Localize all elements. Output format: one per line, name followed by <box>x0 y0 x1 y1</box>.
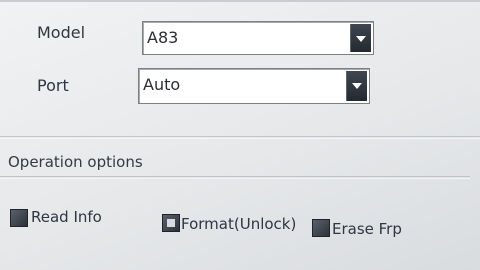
port-label: Port <box>37 76 69 95</box>
read-info-label[interactable]: Read Info <box>31 208 102 226</box>
top-divider <box>0 0 480 2</box>
format-unlock-label[interactable]: Format(Unlock) <box>181 215 296 233</box>
erase-frp-checkbox[interactable] <box>312 219 330 237</box>
group-border-highlight <box>0 178 470 179</box>
port-select-value: Auto <box>143 75 181 94</box>
port-dropdown-button[interactable] <box>346 71 367 101</box>
operation-options-title: Operation options <box>8 153 143 171</box>
erase-frp-label[interactable]: Erase Frp <box>332 220 402 238</box>
chevron-down-icon <box>352 83 362 89</box>
model-select[interactable]: A83 <box>142 21 374 55</box>
group-border <box>0 176 470 177</box>
section-divider <box>0 136 480 137</box>
checkbox-check-mark <box>167 219 175 227</box>
model-label: Model <box>37 23 86 42</box>
model-dropdown-button[interactable] <box>350 24 371 52</box>
format-unlock-checkbox[interactable] <box>162 214 180 232</box>
port-select[interactable]: Auto <box>138 68 370 104</box>
model-select-value: A83 <box>147 28 179 47</box>
read-info-checkbox[interactable] <box>10 209 28 227</box>
section-divider-highlight <box>0 138 480 139</box>
chevron-down-icon <box>356 36 366 42</box>
